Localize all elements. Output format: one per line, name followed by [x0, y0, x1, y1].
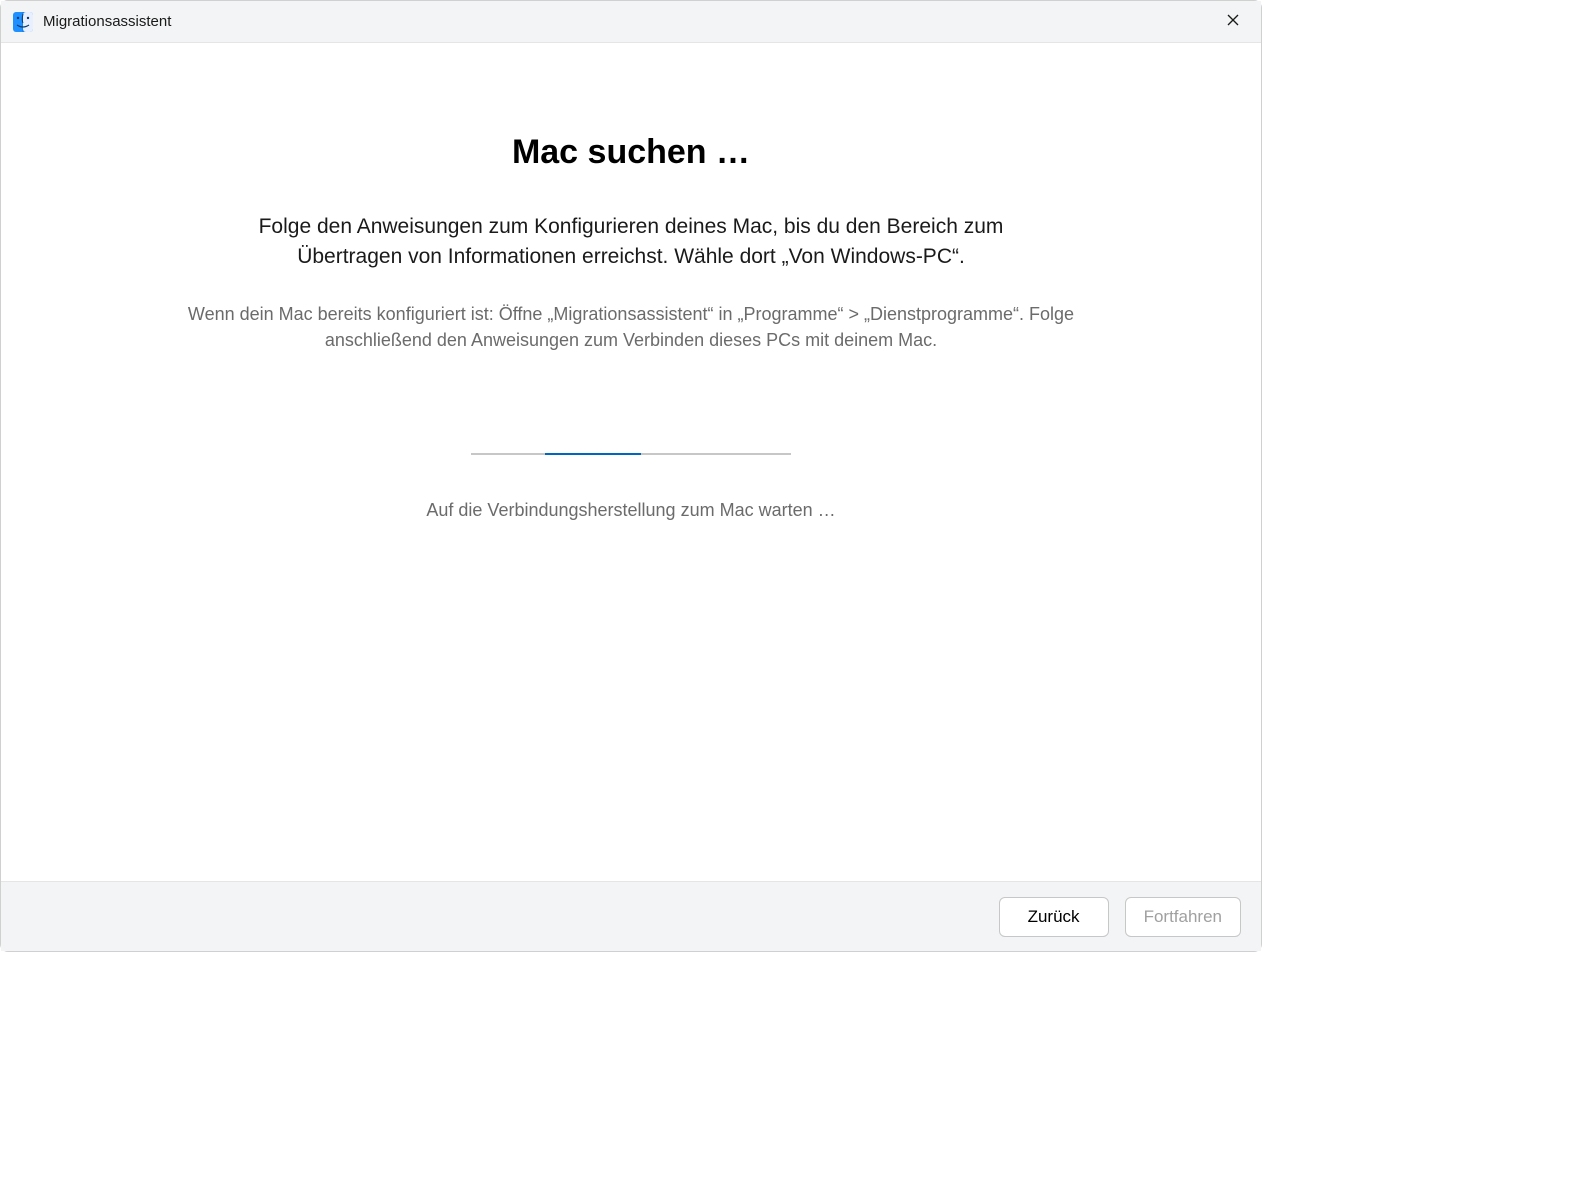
titlebar: Migrationsassistent — [1, 1, 1261, 43]
titlebar-left: Migrationsassistent — [13, 12, 171, 32]
primary-instruction-text: Folge den Anweisungen zum Konfigurieren … — [221, 212, 1041, 273]
secondary-instruction-text: Wenn dein Mac bereits konfiguriert ist: … — [181, 301, 1081, 353]
back-button[interactable]: Zurück — [999, 897, 1109, 937]
progress-indicator — [545, 453, 641, 455]
close-icon — [1227, 13, 1239, 31]
status-text: Auf die Verbindungsherstellung zum Mac w… — [426, 500, 835, 521]
main-content: Mac suchen … Folge den Anweisungen zum K… — [1, 43, 1261, 881]
finder-icon — [13, 12, 33, 32]
page-heading: Mac suchen … — [512, 133, 750, 172]
close-button[interactable] — [1217, 6, 1249, 38]
footer: Zurück Fortfahren — [1, 881, 1261, 951]
continue-button: Fortfahren — [1125, 897, 1241, 937]
progress-bar — [471, 453, 791, 455]
window-title: Migrationsassistent — [43, 13, 171, 30]
